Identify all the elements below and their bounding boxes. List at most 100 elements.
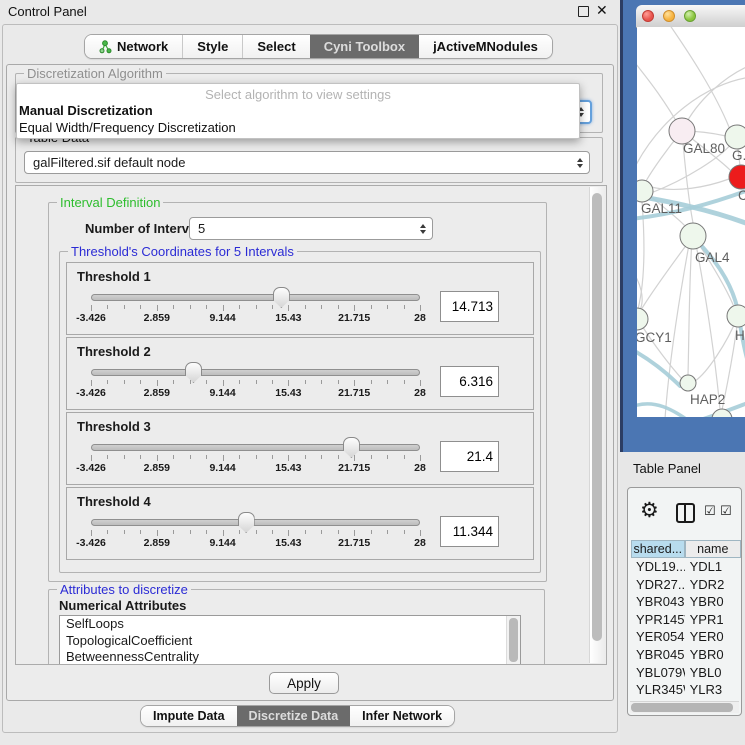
close-traffic-light[interactable]: [642, 10, 654, 22]
tick-mark: [354, 530, 355, 536]
tick-label: 15.43: [275, 537, 301, 549]
table-rows: YDL19...YDL1YDR27...YDR2YBR043CYBR0YPR14…: [631, 558, 741, 701]
threshold-value-field[interactable]: [440, 516, 499, 547]
tab-style[interactable]: Style: [182, 35, 242, 58]
network-node-gal4[interactable]: [680, 223, 706, 249]
tab-network[interactable]: Network: [85, 35, 182, 58]
tick-mark: [206, 530, 207, 534]
tick-mark: [124, 530, 125, 534]
table-data-combobox[interactable]: galFiltered.sif default node: [24, 151, 590, 174]
table-row[interactable]: YBL079WYBL0: [631, 664, 741, 682]
table-row[interactable]: YDL19...YDL1: [631, 558, 741, 576]
gear-icon[interactable]: ⚙: [640, 498, 659, 523]
dropdown-hint: Select algorithm to view settings: [17, 84, 579, 102]
tab-impute-data[interactable]: Impute Data: [141, 706, 237, 726]
tick-mark: [91, 380, 92, 386]
tab-infer-network[interactable]: Infer Network: [350, 706, 454, 726]
control-panel-tabbar: Network StyleSelectCyni ToolboxjActiveMNo…: [84, 34, 553, 59]
tab-label: Network: [117, 39, 168, 54]
threshold-list: Threshold 1-3.4262.8599.14415.4321.71528…: [66, 262, 534, 562]
tab-cyni-toolbox[interactable]: Cyni Toolbox: [310, 35, 419, 58]
tab-discretize-data[interactable]: Discretize Data: [237, 706, 351, 726]
tick-mark: [124, 455, 125, 459]
table-hscrollbar[interactable]: [630, 701, 739, 713]
minimize-traffic-light[interactable]: [663, 10, 675, 22]
threshold-value-field[interactable]: [440, 291, 499, 322]
threshold-label: Threshold 3: [67, 413, 533, 434]
network-node-c[interactable]: [729, 165, 745, 189]
threshold-slider[interactable]: -3.4262.8599.14415.4321.71528: [91, 511, 420, 551]
table-cell: YPR145W: [631, 611, 685, 629]
threshold-slider[interactable]: -3.4262.8599.14415.4321.71528: [91, 436, 420, 476]
attribute-list-item[interactable]: SelfLoops: [60, 616, 520, 633]
tab-select[interactable]: Select: [242, 35, 309, 58]
checkbox-icon[interactable]: ☑: [720, 503, 732, 519]
network-edge[interactable]: [667, 27, 729, 127]
tab-label: Discretize Data: [249, 709, 339, 723]
network-window-titlebar[interactable]: [636, 5, 745, 28]
column-header-name[interactable]: name: [685, 540, 741, 558]
tick-label: 2.859: [144, 387, 170, 399]
dropdown-item-manual[interactable]: Manual Discretization: [17, 102, 579, 119]
tick-mark: [354, 305, 355, 311]
num-intervals-combobox[interactable]: 5: [189, 217, 433, 240]
network-edge[interactable]: [682, 65, 745, 131]
column-header-shared-[interactable]: shared...: [631, 540, 685, 558]
zoom-traffic-light[interactable]: [684, 10, 696, 22]
slider-track[interactable]: [91, 294, 420, 301]
network-node-g[interactable]: [725, 125, 745, 149]
tick-label: 28: [414, 537, 426, 549]
tick-mark: [420, 530, 421, 536]
threshold-value-field[interactable]: [440, 366, 499, 397]
spinner-arrows-icon[interactable]: [577, 158, 589, 168]
tick-label: 28: [414, 312, 426, 324]
tick-mark: [173, 305, 174, 309]
tick-mark: [404, 305, 405, 309]
dropdown-item-equal-width[interactable]: Equal Width/Frequency Discretization: [17, 119, 579, 136]
spinner-arrows-icon[interactable]: [420, 224, 432, 234]
table-row[interactable]: YPR145WYPR1: [631, 611, 741, 629]
network-edge[interactable]: [637, 349, 680, 386]
threshold-label: Threshold 4: [67, 488, 533, 509]
tick-mark: [157, 380, 158, 386]
tick-label: 21.715: [338, 462, 370, 474]
settings-scrollbar[interactable]: [589, 187, 605, 663]
network-edge[interactable]: [641, 236, 693, 310]
table-row[interactable]: YLR345WYLR3: [631, 681, 741, 699]
tick-mark: [420, 305, 421, 311]
table-cell: YBR043C: [631, 593, 685, 611]
threshold-slider[interactable]: -3.4262.8599.14415.4321.71528: [91, 361, 420, 401]
slider-track[interactable]: [91, 519, 420, 526]
checkbox-icon[interactable]: ☑: [704, 503, 716, 519]
table-cell: YBL079W: [631, 664, 685, 682]
attributes-scrollbar[interactable]: [506, 616, 520, 665]
table-row[interactable]: YBR043CYBR0: [631, 593, 741, 611]
attribute-list-item[interactable]: BetweennessCentrality: [60, 649, 520, 665]
network-canvas[interactable]: GAL80G.CGAL11GAL4GCY1HHAP2: [637, 27, 745, 417]
tick-mark: [107, 530, 108, 534]
network-graph: GAL80G.CGAL11GAL4GCY1HHAP2: [637, 27, 745, 417]
table-cell: YER054C: [631, 628, 685, 646]
threshold-value-field[interactable]: [440, 441, 499, 472]
network-node-h[interactable]: [727, 305, 745, 327]
table-row[interactable]: YER054CYER0: [631, 628, 741, 646]
float-window-icon[interactable]: [578, 6, 589, 17]
tick-mark: [305, 455, 306, 459]
apply-button[interactable]: Apply: [269, 672, 339, 694]
network-node-hap2[interactable]: [680, 375, 696, 391]
attribute-list-item[interactable]: TopologicalCoefficient: [60, 633, 520, 650]
split-columns-icon[interactable]: [676, 503, 695, 523]
slider-track[interactable]: [91, 444, 420, 451]
tab-jactivemnodules[interactable]: jActiveMNodules: [419, 35, 552, 58]
threshold-slider[interactable]: -3.4262.8599.14415.4321.71528: [91, 286, 420, 326]
tick-mark: [371, 455, 372, 459]
network-node-gcy1[interactable]: [637, 308, 648, 330]
tab-label: Infer Network: [362, 709, 442, 723]
tick-mark: [140, 305, 141, 309]
tick-mark: [371, 305, 372, 309]
slider-track[interactable]: [91, 369, 420, 376]
table-row[interactable]: YDR27...YDR2: [631, 576, 741, 594]
network-edge[interactable]: [688, 238, 692, 375]
table-row[interactable]: YBR045CYBR0: [631, 646, 741, 664]
close-icon[interactable]: ✕: [596, 2, 608, 19]
